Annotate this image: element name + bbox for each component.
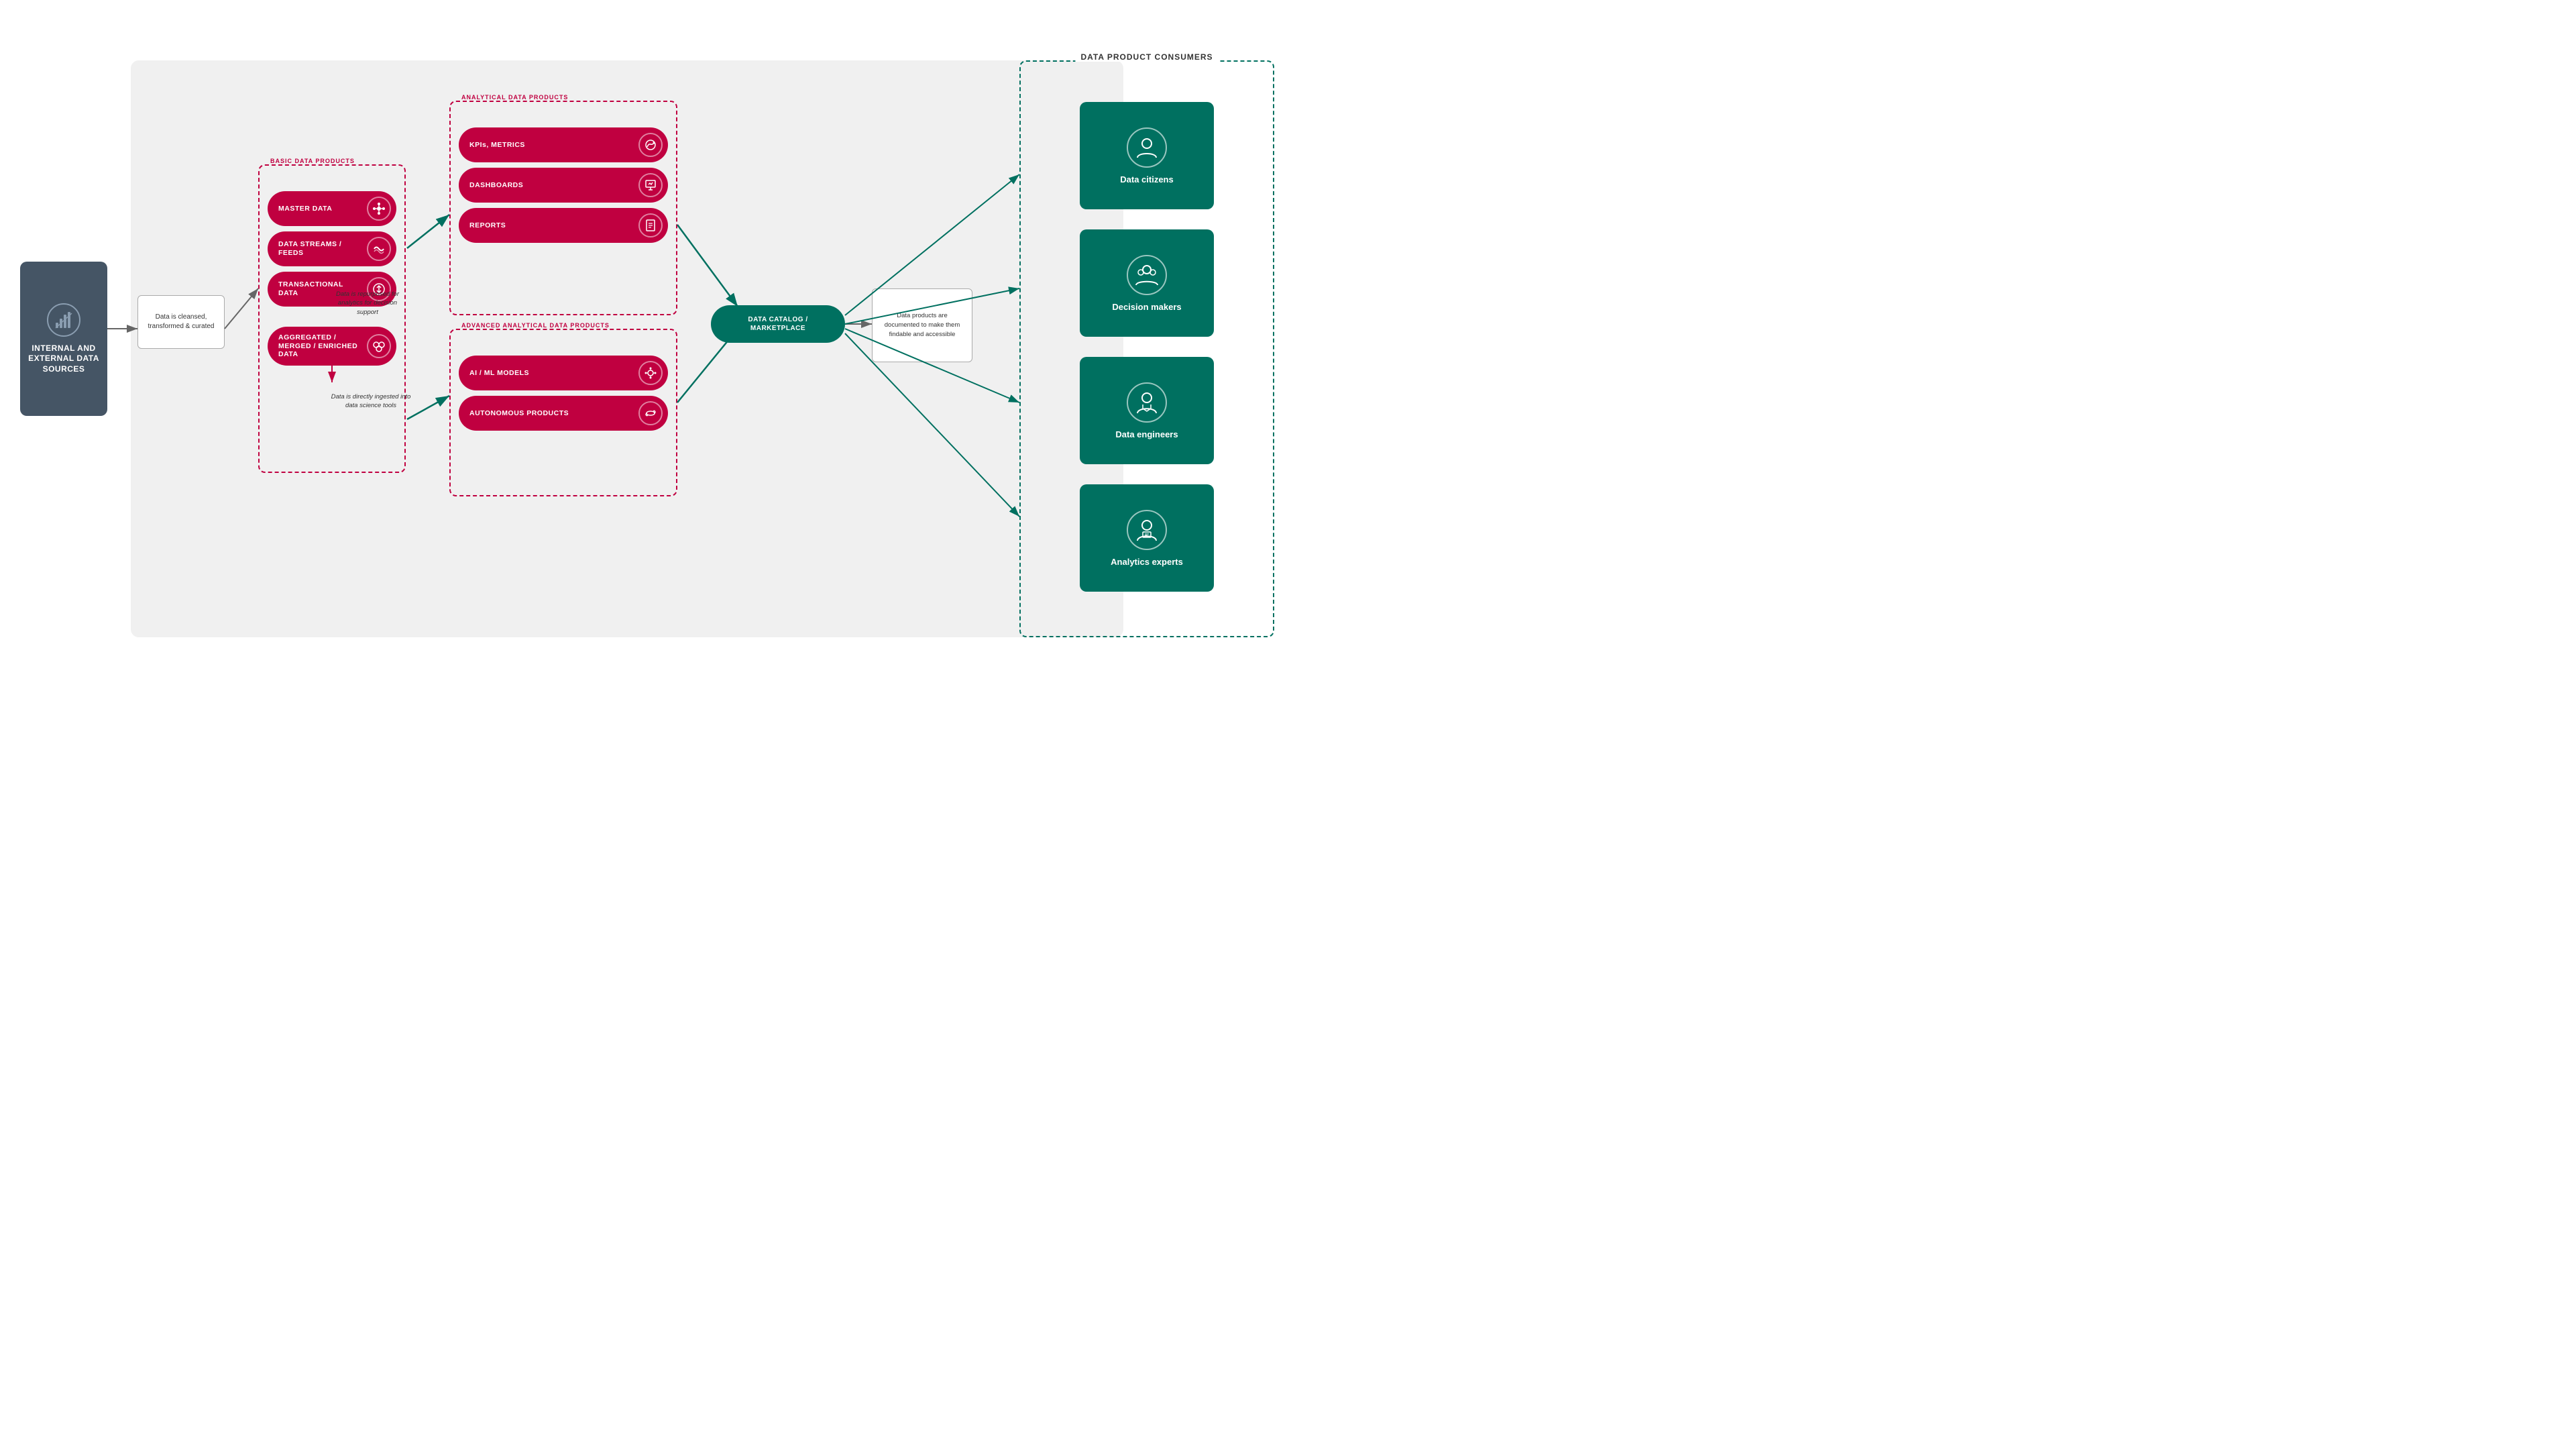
kpis-label: KPIs, METRICS bbox=[469, 141, 633, 150]
doc-box: Data products are documented to make the… bbox=[872, 288, 972, 362]
reports-pill: REPORTS bbox=[459, 208, 668, 243]
data-streams-label: DATA STREAMS / FEEDS bbox=[278, 240, 361, 257]
data-catalog-box: DATA CATALOG / MARKETPLACE bbox=[711, 305, 845, 343]
aggregated-icon bbox=[367, 334, 391, 358]
dashboards-icon bbox=[638, 173, 663, 197]
data-streams-pill: DATA STREAMS / FEEDS bbox=[268, 231, 396, 266]
data-sources-label: INTERNAL AND EXTERNAL DATA SOURCES bbox=[27, 343, 101, 375]
doc-label: Data products are documented to make the… bbox=[879, 311, 965, 340]
data-citizens-label: Data citizens bbox=[1120, 174, 1173, 184]
analytics-annotation: Data is repurposed for analytics for dec… bbox=[327, 290, 408, 317]
advanced-products-panel: ADVANCED ANALYTICAL DATA PRODUCTS AI / M… bbox=[449, 329, 677, 496]
data-sources-box: INTERNAL AND EXTERNAL DATA SOURCES bbox=[20, 262, 107, 416]
master-data-icon bbox=[367, 197, 391, 221]
kpis-pill: KPIs, METRICS bbox=[459, 127, 668, 162]
autonomous-icon bbox=[638, 401, 663, 425]
analytics-experts-label: Analytics experts bbox=[1111, 557, 1183, 567]
reports-icon bbox=[638, 213, 663, 237]
decision-makers-avatar bbox=[1127, 255, 1167, 295]
data-streams-icon bbox=[367, 237, 391, 261]
consumers-panel: DATA PRODUCT CONSUMERS Data citizens bbox=[1019, 60, 1274, 637]
kpis-icon bbox=[638, 133, 663, 157]
ai-ml-label: AI / ML MODELS bbox=[469, 369, 633, 378]
analytics-experts-avatar bbox=[1127, 510, 1167, 550]
cleanse-box: Data is cleansed, transformed & curated bbox=[137, 295, 225, 349]
data-engineers-card: Data engineers bbox=[1080, 357, 1214, 464]
reports-label: REPORTS bbox=[469, 221, 633, 230]
aggregated-pill: AGGREGATED / MERGED / ENRICHED DATA bbox=[268, 327, 396, 366]
dashboards-pill: DASHBOARDS bbox=[459, 168, 668, 203]
decision-makers-card: Decision makers bbox=[1080, 229, 1214, 337]
dashboards-label: DASHBOARDS bbox=[469, 181, 633, 190]
consumers-title: DATA PRODUCT CONSUMERS bbox=[1075, 52, 1218, 62]
ai-ml-icon bbox=[638, 361, 663, 385]
decision-makers-label: Decision makers bbox=[1112, 302, 1181, 312]
diagram-container: INTERNAL AND EXTERNAL DATA SOURCES Data … bbox=[0, 0, 1288, 724]
analytical-products-panel: ANALYTICAL DATA PRODUCTS KPIs, METRICS D… bbox=[449, 101, 677, 315]
master-data-label: MASTER DATA bbox=[278, 205, 361, 213]
basic-products-label: BASIC DATA PRODUCTS bbox=[266, 158, 359, 164]
analytical-products-label: ANALYTICAL DATA PRODUCTS bbox=[457, 94, 572, 101]
basic-products-panel: BASIC DATA PRODUCTS MASTER DATA DATA bbox=[258, 164, 406, 473]
autonomous-label: AUTONOMOUS PRODUCTS bbox=[469, 409, 633, 418]
aggregated-label: AGGREGATED / MERGED / ENRICHED DATA bbox=[278, 333, 361, 359]
advanced-products-label: ADVANCED ANALYTICAL DATA PRODUCTS bbox=[457, 322, 614, 329]
ai-ml-pill: AI / ML MODELS bbox=[459, 356, 668, 390]
data-engineers-label: Data engineers bbox=[1115, 429, 1178, 439]
catalog-label: DATA CATALOG / MARKETPLACE bbox=[722, 315, 834, 333]
master-data-pill: MASTER DATA bbox=[268, 191, 396, 226]
cleanse-label: Data is cleansed, transformed & curated bbox=[144, 313, 219, 331]
advanced-annotation: Data is directly ingested into data scie… bbox=[327, 392, 414, 411]
data-citizens-avatar bbox=[1127, 127, 1167, 168]
data-sources-icon bbox=[47, 303, 80, 337]
data-citizens-card: Data citizens bbox=[1080, 102, 1214, 209]
analytics-experts-card: Analytics experts bbox=[1080, 484, 1214, 592]
data-engineers-avatar bbox=[1127, 382, 1167, 423]
autonomous-pill: AUTONOMOUS PRODUCTS bbox=[459, 396, 668, 431]
